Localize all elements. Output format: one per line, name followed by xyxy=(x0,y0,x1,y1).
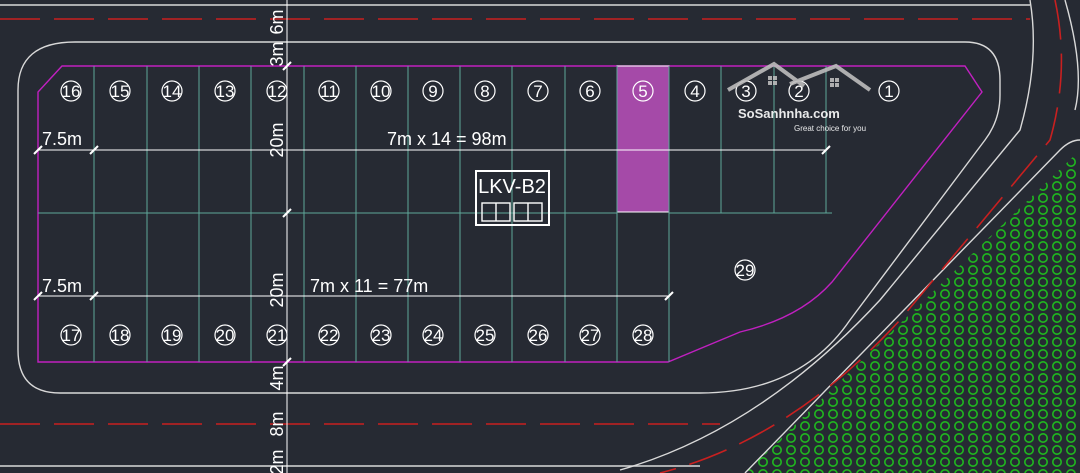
dim-depth-bottom: 20m xyxy=(267,272,287,307)
corner-lot-number: 29 xyxy=(736,261,755,280)
lot-number: 7 xyxy=(533,82,542,101)
lot-number: 24 xyxy=(424,326,443,345)
lot-number: 1 xyxy=(884,82,893,101)
dim-vertical-label: 3m xyxy=(267,41,287,66)
lot-number: 9 xyxy=(428,82,437,101)
lot-number: 5 xyxy=(638,82,647,101)
lot-number: 28 xyxy=(634,326,653,345)
block-label: LKV-B2 xyxy=(478,176,546,198)
lot-number: 18 xyxy=(111,326,130,345)
dim-top-width: 7m x 14 = 98m xyxy=(387,129,507,149)
lot-number: 22 xyxy=(320,326,339,345)
dim-vertical-label: 4m xyxy=(267,365,287,390)
dim-vertical-label: 2m xyxy=(267,449,287,473)
watermark-name: SoSanhnha.com xyxy=(738,106,840,121)
lot-number: 8 xyxy=(480,82,489,101)
lot-number: 26 xyxy=(529,326,548,345)
lot-number: 19 xyxy=(163,326,182,345)
watermark-tagline: Great choice for you xyxy=(794,124,866,133)
lot-number: 12 xyxy=(268,82,287,101)
lot-number: 25 xyxy=(476,326,495,345)
lot-number: 11 xyxy=(320,82,338,101)
dim-bottom-width: 7m x 11 = 77m xyxy=(310,276,428,296)
site-plan: 16 15 14 13 12 11 10 9 8 7 6 5 4 3 2 1 1… xyxy=(0,0,1080,473)
lot-number: 10 xyxy=(372,82,391,101)
dim-vertical-label: 8m xyxy=(267,411,287,436)
dim-left-bottom: 7.5m xyxy=(42,276,82,296)
lot-number: 17 xyxy=(62,326,81,345)
lot-number: 21 xyxy=(268,326,287,345)
lot-number: 6 xyxy=(585,82,594,101)
dim-vertical-label: 6m xyxy=(267,9,287,34)
lot-number: 13 xyxy=(216,82,235,101)
road-edge-right-far xyxy=(1064,0,1080,111)
lot-number: 15 xyxy=(111,82,130,101)
lot-number: 4 xyxy=(690,82,699,101)
dim-ticks xyxy=(33,61,831,367)
lot-number: 20 xyxy=(216,326,235,345)
lot-grid xyxy=(38,66,832,362)
lot-number: 23 xyxy=(372,326,391,345)
dim-left-top: 7.5m xyxy=(42,129,82,149)
lot-number: 16 xyxy=(62,82,81,101)
lot-number: 14 xyxy=(163,82,182,101)
lot-number: 3 xyxy=(741,82,750,101)
lot-number: 27 xyxy=(581,326,600,345)
dim-depth-top: 20m xyxy=(267,122,287,157)
